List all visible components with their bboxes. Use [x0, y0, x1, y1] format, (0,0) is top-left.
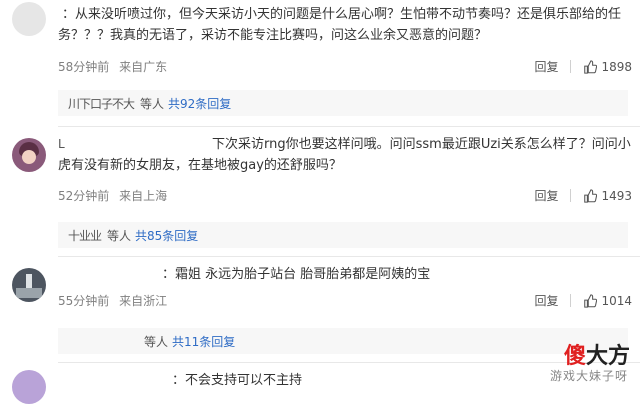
avatar[interactable]	[12, 2, 46, 36]
watermark-part2: 大方	[585, 344, 630, 369]
comment-text: L 下次采访rng你也要这样问哦。问问ssm最近跟Uzi关系怎么样了？问问小虎有没…	[58, 134, 632, 176]
reply-button[interactable]: 回复	[534, 58, 558, 75]
comment-content: ：霜姐 永远为胎子站台 胎哥胎弟都是阿姨的宝	[58, 264, 632, 285]
like-button[interactable]: 1014	[583, 294, 632, 308]
comment-meta: 52分钟前 来自上海	[58, 187, 167, 204]
thumbs-up-icon	[584, 188, 598, 203]
replies-suffix: 等人	[144, 334, 169, 349]
like-count: 1493	[601, 188, 632, 203]
avatar[interactable]	[12, 268, 46, 302]
comment-location: 来自上海	[119, 189, 168, 203]
thumbs-up-icon	[584, 59, 598, 74]
replies-preview[interactable]: 等人 共11条回复	[58, 328, 628, 354]
like-button[interactable]: 1898	[583, 60, 632, 74]
comment-time: 55分钟前	[58, 294, 110, 308]
comment-body: ：从来没听喷过你，但今天采访小天的问题是什么居心啊？生怕带不动节奏吗？还是俱乐部…	[58, 7, 622, 43]
comment-meta: 55分钟前 来自浙江	[58, 292, 167, 309]
action-divider	[570, 189, 572, 202]
replies-preview[interactable]: 川下口子不大 等人 共92条回复	[58, 90, 628, 116]
avatar[interactable]	[12, 138, 46, 172]
comment-content: ：不会支持可以不主持	[58, 370, 632, 391]
replies-suffix: 等人	[107, 228, 132, 243]
watermark-logo: 傻大方	[564, 338, 630, 370]
like-count: 1014	[601, 293, 632, 308]
comment-1: ：从来没听喷过你，但今天采访小天的问题是什么居心啊？生怕带不动节奏吗？还是俱乐部…	[0, 0, 640, 118]
comment-divider	[58, 126, 640, 127]
comment-meta: 58分钟前 来自广东	[58, 58, 167, 75]
thumbs-up-icon	[584, 293, 598, 308]
replies-count-link[interactable]: 共11条回复	[172, 333, 235, 350]
action-divider	[570, 60, 572, 73]
comment-text: ：霜姐 永远为胎子站台 胎哥胎弟都是阿姨的宝	[58, 264, 632, 285]
comment-text: ：从来没听喷过你，但今天采访小天的问题是什么居心啊？生怕带不动节奏吗？还是俱乐部…	[58, 4, 632, 46]
action-divider	[570, 294, 572, 307]
comment-time: 58分钟前	[58, 60, 110, 74]
comment-content: L 下次采访rng你也要这样问哦。问问ssm最近跟Uzi关系怎么样了？问问小虎有没…	[58, 134, 632, 176]
reply-button[interactable]: 回复	[534, 187, 558, 204]
reply-button[interactable]: 回复	[534, 292, 558, 309]
replier-names[interactable]: 川下口子不大	[68, 95, 135, 112]
replies-count-link[interactable]: 共85条回复	[135, 227, 198, 244]
comment-location: 来自浙江	[119, 294, 168, 308]
comment-actions: 回复 1014	[534, 292, 632, 309]
comment-4: ：不会支持可以不主持	[0, 364, 640, 404]
comment-2: L 下次采访rng你也要这样问哦。问问ssm最近跟Uzi关系怎么样了？问问小虎有没…	[0, 128, 640, 248]
like-button[interactable]: 1493	[583, 189, 632, 203]
like-count: 1898	[601, 59, 632, 74]
comment-actions: 回复 1493	[534, 187, 632, 204]
replies-count-link[interactable]: 共92条回复	[168, 95, 231, 112]
comment-location: 来自广东	[119, 60, 168, 74]
comment-content: ：从来没听喷过你，但今天采访小天的问题是什么居心啊？生怕带不动节奏吗？还是俱乐部…	[58, 4, 632, 46]
comment-body: ：霜姐 永远为胎子站台 胎哥胎弟都是阿姨的宝	[162, 267, 431, 282]
comment-actions: 回复 1898	[534, 58, 632, 75]
comment-divider	[58, 362, 640, 363]
watermark-part1: 傻	[563, 344, 586, 369]
avatar[interactable]	[12, 370, 46, 404]
replier-names[interactable]: 十业业	[68, 227, 102, 244]
comment-3: ：霜姐 永远为胎子站台 胎哥胎弟都是阿姨的宝 55分钟前 来自浙江 回复 101…	[0, 258, 640, 358]
commenter-name[interactable]: L	[58, 134, 208, 155]
replies-suffix: 等人	[140, 96, 165, 111]
comment-time: 52分钟前	[58, 189, 110, 203]
comment-divider	[58, 256, 640, 257]
comment-body: ：不会支持可以不主持	[172, 373, 303, 388]
replies-preview[interactable]: 十业业 等人 共85条回复	[58, 222, 628, 248]
comment-text: ：不会支持可以不主持	[58, 370, 632, 391]
watermark-subtitle: 游戏大妹子呀	[549, 369, 628, 383]
